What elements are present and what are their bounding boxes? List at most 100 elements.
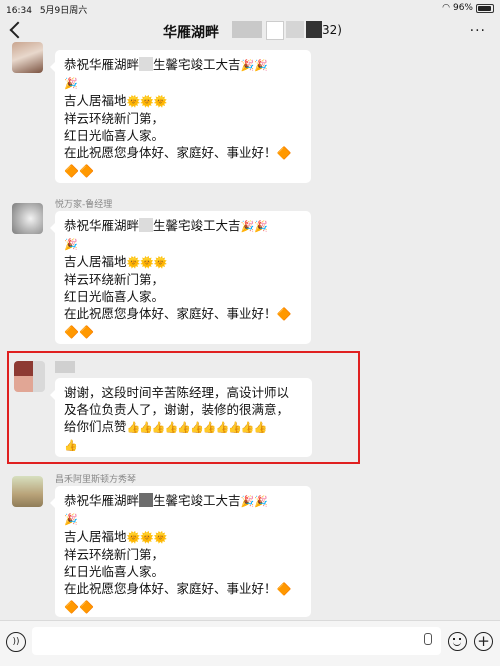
- sun-icon: 🌞: [126, 256, 141, 269]
- message-line: 吉人居福地🌞🌞🌞: [64, 253, 302, 271]
- status-bar: 16:34 5月9日周六 ◠ 96%: [0, 0, 500, 18]
- diamond-icon: 🔶: [64, 600, 79, 614]
- thumbs-up-icon: 👍: [139, 421, 153, 434]
- message-text: 生馨宅竣工大吉: [153, 493, 241, 508]
- message-bubble[interactable]: 恭祝华雁湖畔 生馨宅竣工大吉🎉🎉 🎉 吉人居福地🌞🌞🌞 祥云环绕新门第， 红日光临…: [50, 486, 311, 617]
- message-bubble[interactable]: 谢谢，这段时间辛苦陈经理，高设计师以 及各位负责人了，谢谢，装修的很满意， 给你…: [50, 378, 312, 457]
- microphone-icon[interactable]: [424, 633, 432, 645]
- name-redaction: [139, 57, 154, 71]
- input-bar: )) +: [0, 620, 500, 666]
- party-popper-icon: 🎉: [240, 220, 255, 233]
- message-line: 及各位负责人了，谢谢，装修的很满意，: [64, 402, 290, 417]
- message-input[interactable]: [32, 627, 441, 655]
- message-line: 🔶🔶: [64, 323, 302, 341]
- message-line: 红日光临喜人家。: [64, 564, 165, 579]
- party-popper-icon: 🎉: [254, 220, 268, 233]
- chat-screen: 16:34 5月9日周六 ◠ 96% 华雁湖畔 32) ··· 恭祝华雁湖畔 生馨…: [0, 0, 500, 666]
- message-line: 在此祝愿您身体好、家庭好、事业好！🔶: [64, 144, 302, 162]
- battery-icon: [476, 3, 494, 13]
- party-popper-icon: 🎉: [254, 59, 268, 72]
- message-line: 祥云环绕新门第，: [64, 272, 165, 287]
- sun-icon: 🌞: [126, 95, 141, 108]
- message-line: 祥云环绕新门第，: [64, 547, 165, 562]
- party-popper-icon: 🎉: [64, 513, 78, 526]
- avatar[interactable]: [12, 203, 43, 234]
- message-line: 谢谢，这段时间辛苦陈经理，高设计师以: [64, 385, 290, 400]
- clock-time: 16:34: [6, 6, 32, 16]
- thumbs-up-icon: 👍: [215, 421, 229, 434]
- party-popper-icon: 🎉: [254, 495, 268, 508]
- message-text: 恭祝华雁湖畔: [64, 57, 140, 72]
- thumbs-up-icon: 👍: [64, 439, 78, 452]
- message-line: 🎉: [64, 235, 302, 253]
- message-text: 恭祝华雁湖畔: [64, 218, 140, 233]
- diamond-icon: 🔶: [78, 164, 94, 178]
- voice-icon[interactable]: )): [6, 632, 26, 652]
- message-text: 恭祝华雁湖畔: [64, 493, 140, 508]
- wifi-icon: ◠: [442, 3, 450, 13]
- emoji-icon[interactable]: [448, 632, 467, 651]
- message-line: 🎉: [64, 74, 302, 92]
- sun-icon: 🌞: [153, 95, 168, 108]
- plus-icon[interactable]: +: [474, 632, 493, 651]
- message-text: 在此祝愿您身体好、家庭好、事业好！: [64, 145, 277, 160]
- avatar[interactable]: [12, 42, 43, 73]
- message-bubble[interactable]: 恭祝华雁湖畔 生馨宅竣工大吉🎉🎉 🎉 吉人居福地🌞🌞🌞 祥云环绕新门第， 红日光临…: [50, 50, 311, 183]
- message-text: 生馨宅竣工大吉: [153, 57, 241, 72]
- diamond-icon: 🔶: [276, 307, 292, 321]
- more-icon[interactable]: ···: [470, 23, 486, 39]
- battery-percent: 96%: [452, 3, 473, 13]
- status-right: ◠ 96%: [442, 3, 494, 13]
- chat-header: 华雁湖畔 32) ···: [0, 18, 500, 46]
- title-redaction: [266, 21, 284, 40]
- message-text: 生馨宅竣工大吉: [153, 218, 241, 233]
- thumbs-up-icon: 👍: [240, 421, 255, 434]
- message-line: 🎉: [64, 510, 302, 528]
- message-line: 给你们点赞👍👍👍👍👍👍👍👍👍👍👍: [64, 418, 303, 436]
- message-line: 恭祝华雁湖畔 生馨宅竣工大吉🎉🎉: [64, 492, 302, 510]
- thumbs-up-icon: 👍: [228, 421, 242, 434]
- sender-name-redaction: [55, 361, 75, 373]
- message-line: 恭祝华雁湖畔 生馨宅竣工大吉🎉🎉: [64, 56, 302, 74]
- message-text: 在此祝愿您身体好、家庭好、事业好！: [64, 306, 277, 321]
- diamond-icon: 🔶: [78, 325, 94, 339]
- chat-title: 华雁湖畔: [163, 25, 219, 41]
- sender-name: 悦万家-鲁经理: [55, 200, 113, 210]
- message-text: 吉人居福地: [64, 529, 127, 544]
- sun-icon: 🌞: [153, 531, 168, 544]
- party-popper-icon: 🎉: [240, 59, 255, 72]
- thumbs-up-icon: 👍: [151, 421, 166, 434]
- message-line: 祥云环绕新门第，: [64, 111, 165, 126]
- member-count: 32): [322, 23, 342, 37]
- message-text: 给你们点赞: [64, 419, 127, 434]
- clock-date: 5月9日周六: [39, 6, 88, 16]
- message-text: 在此祝愿您身体好、家庭好、事业好！: [64, 581, 277, 596]
- thumbs-up-icon: 👍: [164, 421, 179, 434]
- avatar[interactable]: [14, 361, 45, 392]
- status-time: 16:34 5月9日周六: [6, 3, 87, 16]
- title-redaction: [286, 21, 304, 38]
- sun-icon: 🌞: [140, 256, 154, 269]
- name-redaction: [139, 493, 154, 507]
- thumbs-up-icon: 👍: [177, 421, 191, 434]
- message-line: 吉人居福地🌞🌞🌞: [64, 92, 302, 110]
- diamond-icon: 🔶: [64, 164, 79, 178]
- message-bubble[interactable]: 恭祝华雁湖畔 生馨宅竣工大吉🎉🎉 🎉 吉人居福地🌞🌞🌞 祥云环绕新门第， 红日光临…: [50, 211, 311, 344]
- message-text: 吉人居福地: [64, 93, 127, 108]
- back-chevron-icon[interactable]: [9, 21, 27, 39]
- message-line: 🔶🔶: [64, 598, 302, 616]
- message-text: 吉人居福地: [64, 254, 127, 269]
- message-line: 红日光临喜人家。: [64, 128, 165, 143]
- name-redaction: [139, 218, 154, 232]
- diamond-icon: 🔶: [276, 582, 292, 596]
- sender-name: 昌禾阿里斯顿方秀琴: [55, 475, 137, 485]
- message-line: 在此祝愿您身体好、家庭好、事业好！🔶: [64, 305, 302, 323]
- message-line: 在此祝愿您身体好、家庭好、事业好！🔶: [64, 580, 302, 598]
- party-popper-icon: 🎉: [64, 77, 78, 90]
- avatar[interactable]: [12, 476, 43, 507]
- message-line: 👍: [64, 436, 303, 454]
- title-redaction: [306, 21, 322, 38]
- diamond-icon: 🔶: [64, 325, 79, 339]
- message-line: 吉人居福地🌞🌞🌞: [64, 528, 302, 546]
- message-line: 红日光临喜人家。: [64, 289, 165, 304]
